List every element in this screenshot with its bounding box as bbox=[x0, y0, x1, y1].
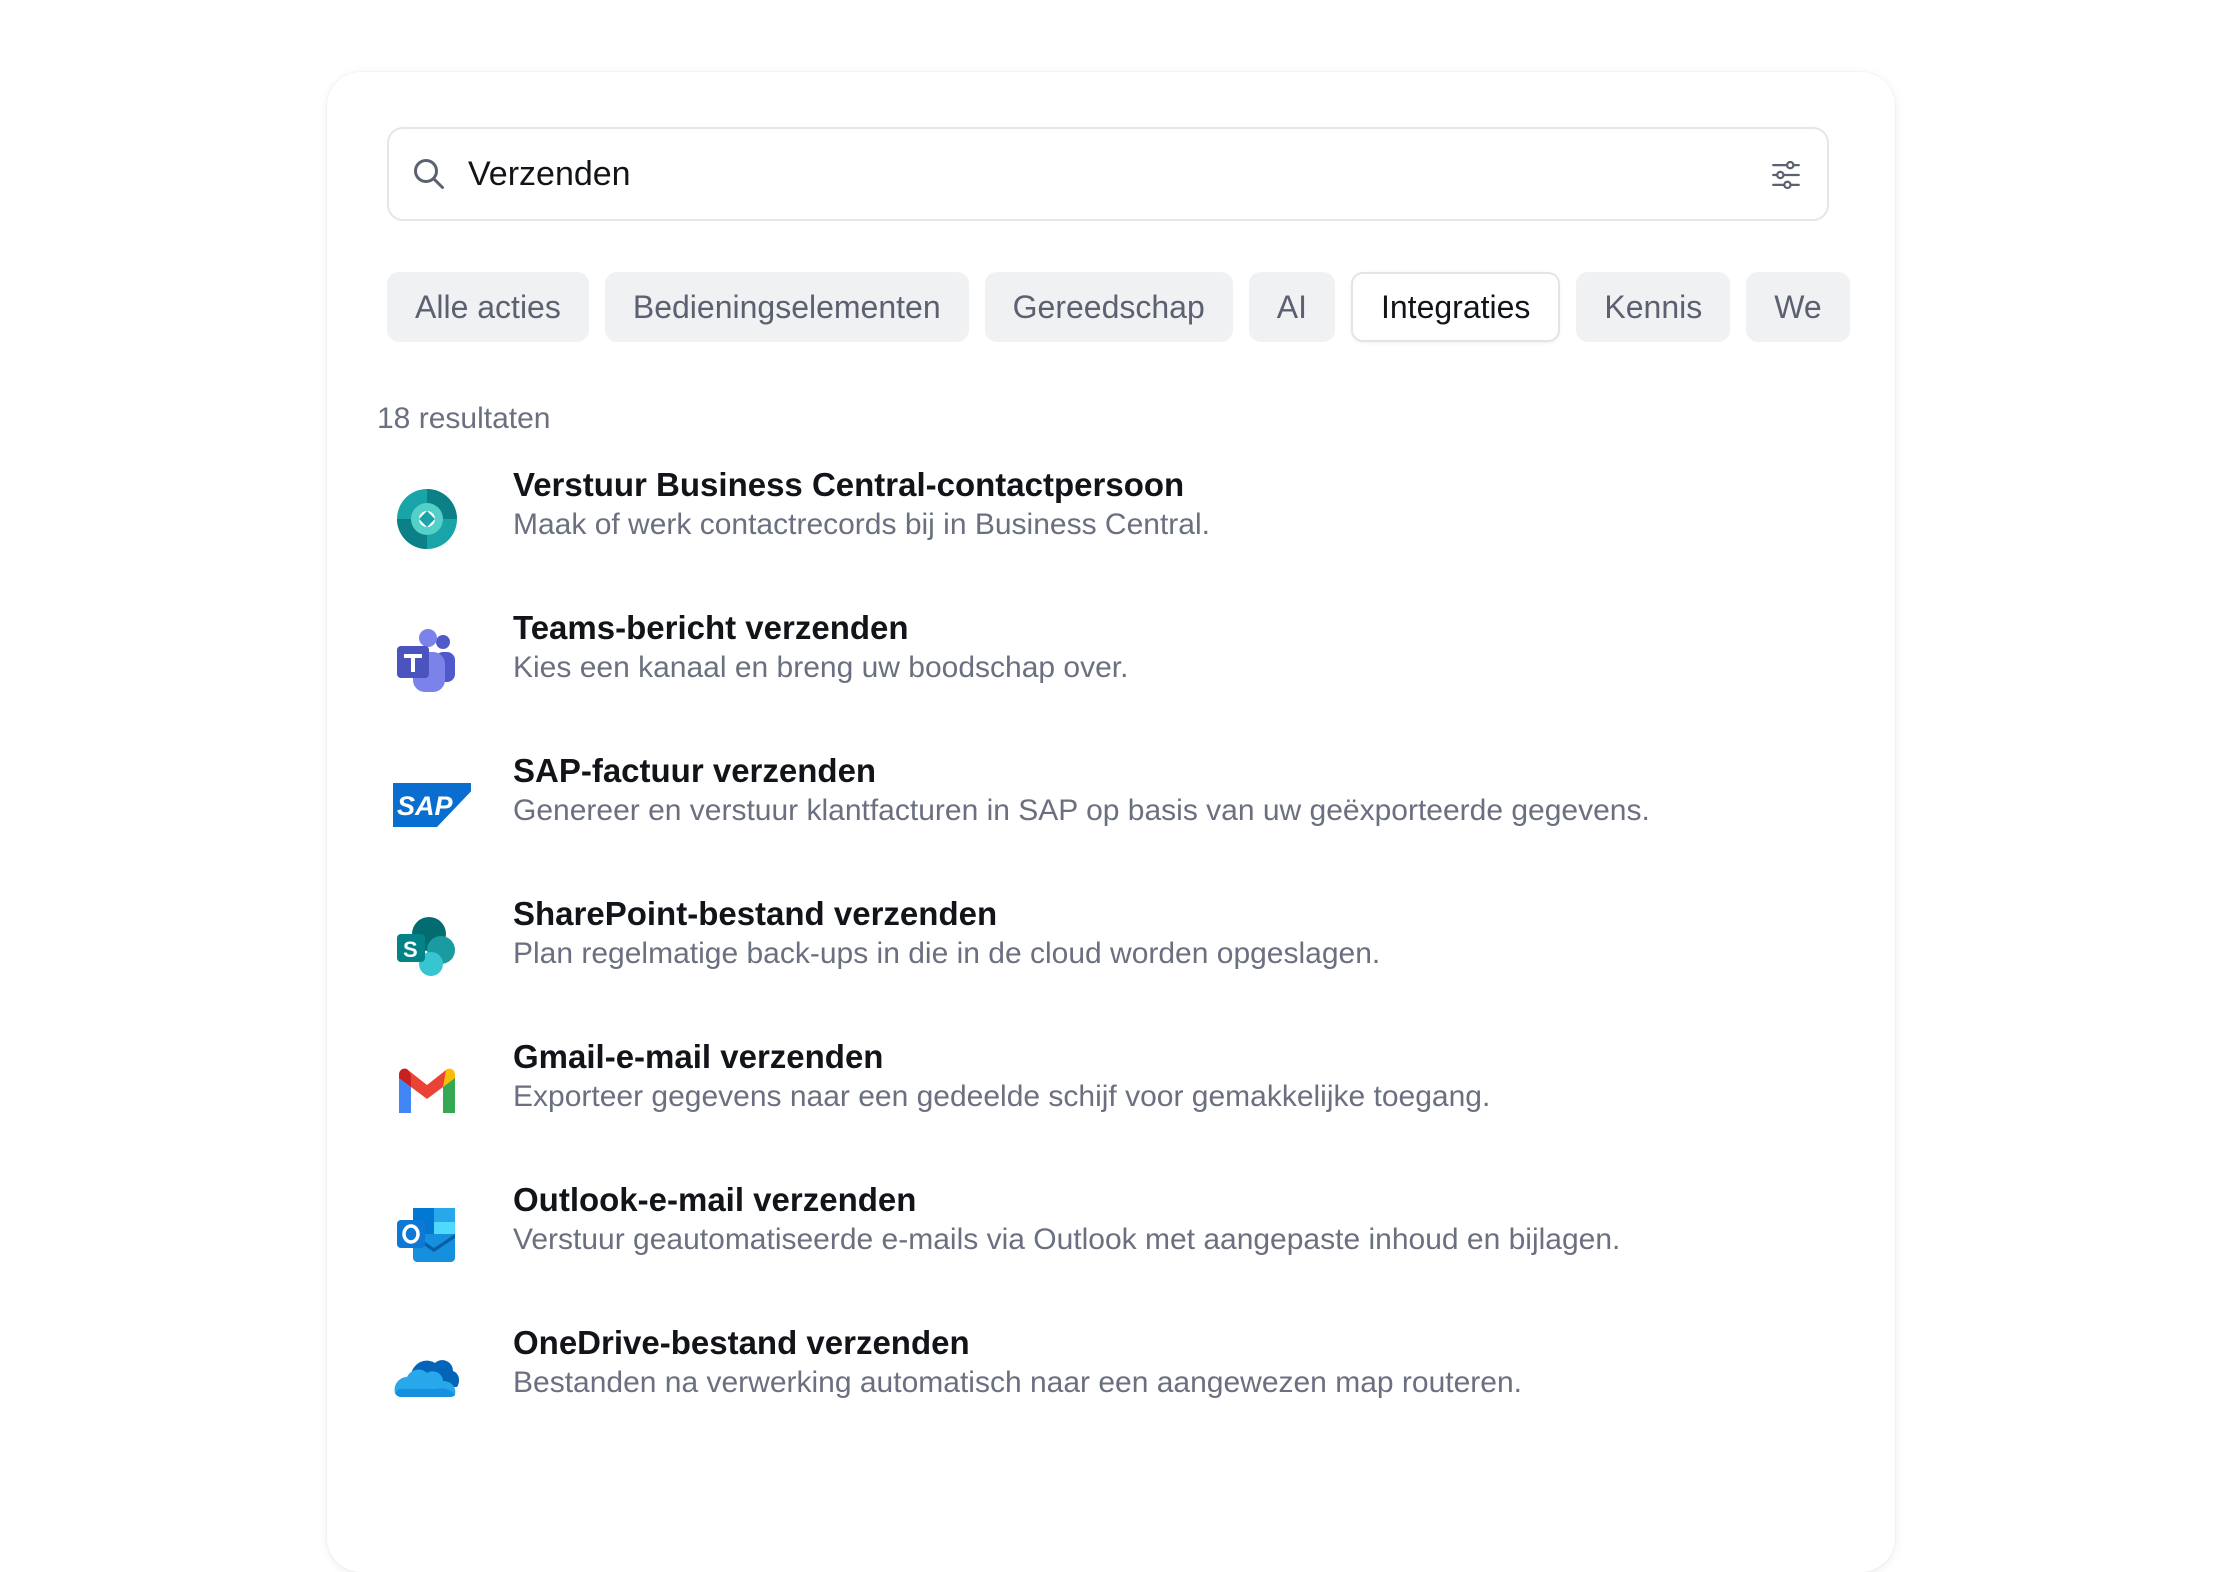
tab-bedieningselementen[interactable]: Bedieningselementen bbox=[604, 272, 969, 342]
category-tabs: Alle acties Bedieningselementen Gereedsc… bbox=[387, 272, 1850, 342]
business-central-icon bbox=[397, 489, 457, 549]
item-description: Verstuur geautomatiseerde e-mails via Ou… bbox=[513, 1223, 1621, 1256]
list-item[interactable]: Gmail-e-mail verzenden Exporteer gegeven… bbox=[327, 1038, 1895, 1182]
gmail-icon bbox=[399, 1068, 455, 1113]
list-item[interactable]: Outlook-e-mail verzenden Verstuur geauto… bbox=[327, 1181, 1895, 1325]
item-title: Teams-bericht verzenden bbox=[513, 609, 909, 646]
tab-gereedschap[interactable]: Gereedschap bbox=[984, 272, 1233, 342]
list-item[interactable]: SAP SAP-factuur verzenden Genereer en ve… bbox=[327, 752, 1895, 896]
search-bar[interactable]: Verzenden bbox=[387, 127, 1829, 221]
results-count: 18 resultaten bbox=[377, 402, 551, 435]
item-title: Verstuur Business Central-contactpersoon bbox=[513, 466, 1185, 503]
sharepoint-icon: S bbox=[397, 917, 455, 976]
item-description: Kies een kanaal en breng uw boodschap ov… bbox=[513, 651, 1129, 684]
outlook-icon bbox=[397, 1208, 455, 1262]
onedrive-icon bbox=[394, 1360, 460, 1397]
item-title: Gmail-e-mail verzenden bbox=[513, 1038, 884, 1075]
item-description: Plan regelmatige back-ups in die in de c… bbox=[513, 937, 1381, 970]
search-input[interactable]: Verzenden bbox=[468, 129, 631, 219]
svg-text:SAP: SAP bbox=[397, 791, 454, 821]
item-title: Outlook-e-mail verzenden bbox=[513, 1181, 917, 1218]
filter-sliders-icon[interactable] bbox=[1769, 158, 1803, 192]
item-description: Genereer en verstuur klantfacturen in SA… bbox=[513, 794, 1650, 827]
tab-integraties[interactable]: Integraties bbox=[1350, 272, 1561, 342]
item-description: Maak of werk contactrecords bij in Busin… bbox=[513, 508, 1210, 541]
list-item[interactable]: Verstuur Business Central-contactpersoon… bbox=[327, 466, 1895, 610]
list-item[interactable]: Teams-bericht verzenden Kies een kanaal … bbox=[327, 609, 1895, 753]
tab-kennis[interactable]: Kennis bbox=[1576, 272, 1731, 342]
item-description: Exporteer gegevens naar een gedeelde sch… bbox=[513, 1080, 1491, 1113]
list-item[interactable]: S SharePoint-bestand verzenden Plan rege… bbox=[327, 895, 1895, 1039]
teams-icon bbox=[397, 629, 455, 692]
item-title: OneDrive-bestand verzenden bbox=[513, 1324, 970, 1361]
sap-icon: SAP bbox=[393, 783, 471, 827]
list-item[interactable]: OneDrive-bestand verzenden Bestanden na … bbox=[327, 1324, 1895, 1468]
item-title: SAP-factuur verzenden bbox=[513, 752, 877, 789]
search-icon bbox=[414, 159, 444, 189]
action-picker-panel: Verzenden Alle acties Bedieningselemente… bbox=[327, 72, 1895, 1572]
tab-ai[interactable]: AI bbox=[1248, 272, 1335, 342]
tab-alle-acties[interactable]: Alle acties bbox=[387, 272, 589, 342]
svg-text:S: S bbox=[403, 937, 418, 962]
item-title: SharePoint-bestand verzenden bbox=[513, 895, 998, 932]
tab-we[interactable]: We bbox=[1746, 272, 1850, 342]
item-description: Bestanden na verwerking automatisch naar… bbox=[513, 1366, 1522, 1399]
